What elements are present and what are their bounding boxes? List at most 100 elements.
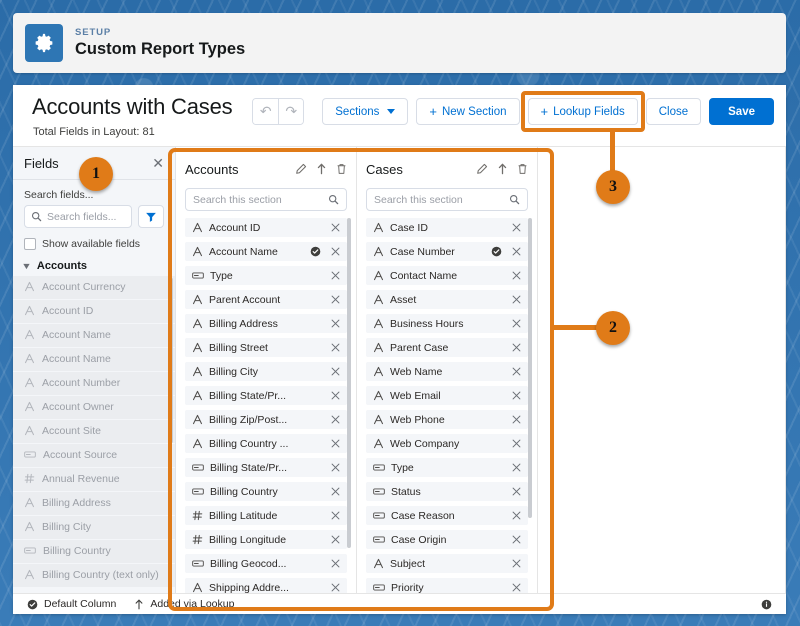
section-field-row[interactable]: Type (185, 266, 347, 285)
available-field-item[interactable]: Billing Address (13, 492, 175, 515)
pencil-icon[interactable] (295, 163, 307, 175)
available-field-item[interactable]: Account Number (13, 372, 175, 395)
section-field-row[interactable]: Case Reason (366, 506, 528, 525)
section-field-row[interactable]: Web Company (366, 434, 528, 453)
section-field-row[interactable]: Web Phone (366, 410, 528, 429)
section-field-row[interactable]: Subject (366, 554, 528, 573)
section-field-row[interactable]: Billing Address (185, 314, 347, 333)
section-field-row[interactable]: Billing Latitude (185, 506, 347, 525)
section-field-row[interactable]: Priority (366, 578, 528, 593)
section-scrollbar-thumb[interactable] (528, 218, 532, 518)
remove-field-icon[interactable] (330, 438, 341, 449)
section-field-row[interactable]: Business Hours (366, 314, 528, 333)
available-fields-list[interactable]: Account Currency Account ID Account Name Ac… (13, 276, 175, 587)
remove-field-icon[interactable] (330, 318, 341, 329)
close-icon[interactable]: ✕ (152, 156, 164, 170)
section-field-row[interactable]: Billing Zip/Post... (185, 410, 347, 429)
remove-field-icon[interactable] (330, 510, 341, 521)
remove-field-icon[interactable] (511, 462, 522, 473)
remove-field-icon[interactable] (511, 486, 522, 497)
section-field-row[interactable]: Case Number (366, 242, 528, 261)
section-search-input[interactable]: Search this section (366, 188, 528, 211)
available-field-item[interactable]: Account Name (13, 324, 175, 347)
section-field-row[interactable]: Billing State/Pr... (185, 458, 347, 477)
available-field-item[interactable]: Billing Country (13, 540, 175, 563)
remove-field-icon[interactable] (511, 270, 522, 281)
remove-field-icon[interactable] (330, 366, 341, 377)
remove-field-icon[interactable] (511, 558, 522, 569)
info-icon[interactable] (761, 599, 772, 610)
remove-field-icon[interactable] (330, 582, 341, 593)
section-field-row[interactable]: Case Origin (366, 530, 528, 549)
section-field-row[interactable]: Billing Geocod... (185, 554, 347, 573)
available-field-item[interactable]: Annual Revenue (13, 468, 175, 491)
remove-field-icon[interactable] (330, 222, 341, 233)
available-field-item[interactable]: Account Source (13, 444, 175, 467)
remove-field-icon[interactable] (511, 582, 522, 593)
section-field-row[interactable]: Billing City (185, 362, 347, 381)
remove-field-icon[interactable] (511, 390, 522, 401)
remove-field-icon[interactable] (330, 294, 341, 305)
remove-field-icon[interactable] (330, 390, 341, 401)
section-search-input[interactable]: Search this section (185, 188, 347, 211)
remove-field-icon[interactable] (330, 246, 341, 257)
section-field-row[interactable]: Billing Street (185, 338, 347, 357)
section-field-row[interactable]: Type (366, 458, 528, 477)
section-field-row[interactable]: Billing Country (185, 482, 347, 501)
section-field-row[interactable]: Account Name (185, 242, 347, 261)
pencil-icon[interactable] (476, 163, 488, 175)
section-field-row[interactable]: Billing Country ... (185, 434, 347, 453)
filter-button[interactable] (138, 205, 164, 228)
lookup-fields-button[interactable]: + Lookup Fields (527, 98, 638, 125)
section-field-row[interactable]: Contact Name (366, 266, 528, 285)
available-field-item[interactable]: Account Site (13, 420, 175, 443)
section-field-row[interactable]: Parent Case (366, 338, 528, 357)
remove-field-icon[interactable] (511, 534, 522, 545)
remove-field-icon[interactable] (511, 342, 522, 353)
available-field-item[interactable]: Account Currency (13, 276, 175, 299)
search-fields-input[interactable]: Search fields... (24, 205, 132, 228)
save-button[interactable]: Save (709, 98, 774, 125)
section-field-row[interactable]: Account ID (185, 218, 347, 237)
trash-icon[interactable] (336, 163, 347, 175)
remove-field-icon[interactable] (511, 246, 522, 257)
section-field-row[interactable]: Billing Longitude (185, 530, 347, 549)
section-field-row[interactable]: Asset (366, 290, 528, 309)
remove-field-icon[interactable] (330, 342, 341, 353)
available-field-item[interactable]: Billing Country (text only) (13, 564, 175, 587)
remove-field-icon[interactable] (330, 534, 341, 545)
fields-group-accounts[interactable]: ▼ Accounts (13, 257, 175, 276)
close-button[interactable]: Close (645, 98, 702, 125)
available-field-item[interactable]: Account Name (13, 348, 175, 371)
trash-icon[interactable] (517, 163, 528, 175)
show-available-fields-checkbox[interactable]: Show available fields (13, 234, 175, 257)
section-field-row[interactable]: Web Name (366, 362, 528, 381)
remove-field-icon[interactable] (330, 558, 341, 569)
remove-field-icon[interactable] (511, 510, 522, 521)
available-field-item[interactable]: Billing City (13, 516, 175, 539)
arrow-up-icon[interactable] (316, 163, 327, 175)
redo-icon[interactable]: ↷ (278, 99, 304, 124)
remove-field-icon[interactable] (511, 366, 522, 377)
remove-field-icon[interactable] (511, 318, 522, 329)
available-field-item[interactable]: Account Owner (13, 396, 175, 419)
new-section-button[interactable]: + New Section (416, 98, 520, 125)
section-field-row[interactable]: Status (366, 482, 528, 501)
section-field-row[interactable]: Parent Account (185, 290, 347, 309)
remove-field-icon[interactable] (330, 462, 341, 473)
undo-icon[interactable]: ↶ (253, 99, 279, 124)
arrow-up-icon[interactable] (497, 163, 508, 175)
section-field-row[interactable]: Case ID (366, 218, 528, 237)
remove-field-icon[interactable] (330, 486, 341, 497)
remove-field-icon[interactable] (511, 438, 522, 449)
remove-field-icon[interactable] (511, 294, 522, 305)
sections-dropdown-button[interactable]: Sections (322, 98, 409, 125)
available-field-item[interactable]: Account ID (13, 300, 175, 323)
section-scrollbar-thumb[interactable] (347, 218, 351, 548)
section-field-row[interactable]: Web Email (366, 386, 528, 405)
remove-field-icon[interactable] (511, 222, 522, 233)
remove-field-icon[interactable] (511, 414, 522, 425)
section-field-row[interactable]: Shipping Addre... (185, 578, 347, 593)
remove-field-icon[interactable] (330, 414, 341, 425)
remove-field-icon[interactable] (330, 270, 341, 281)
